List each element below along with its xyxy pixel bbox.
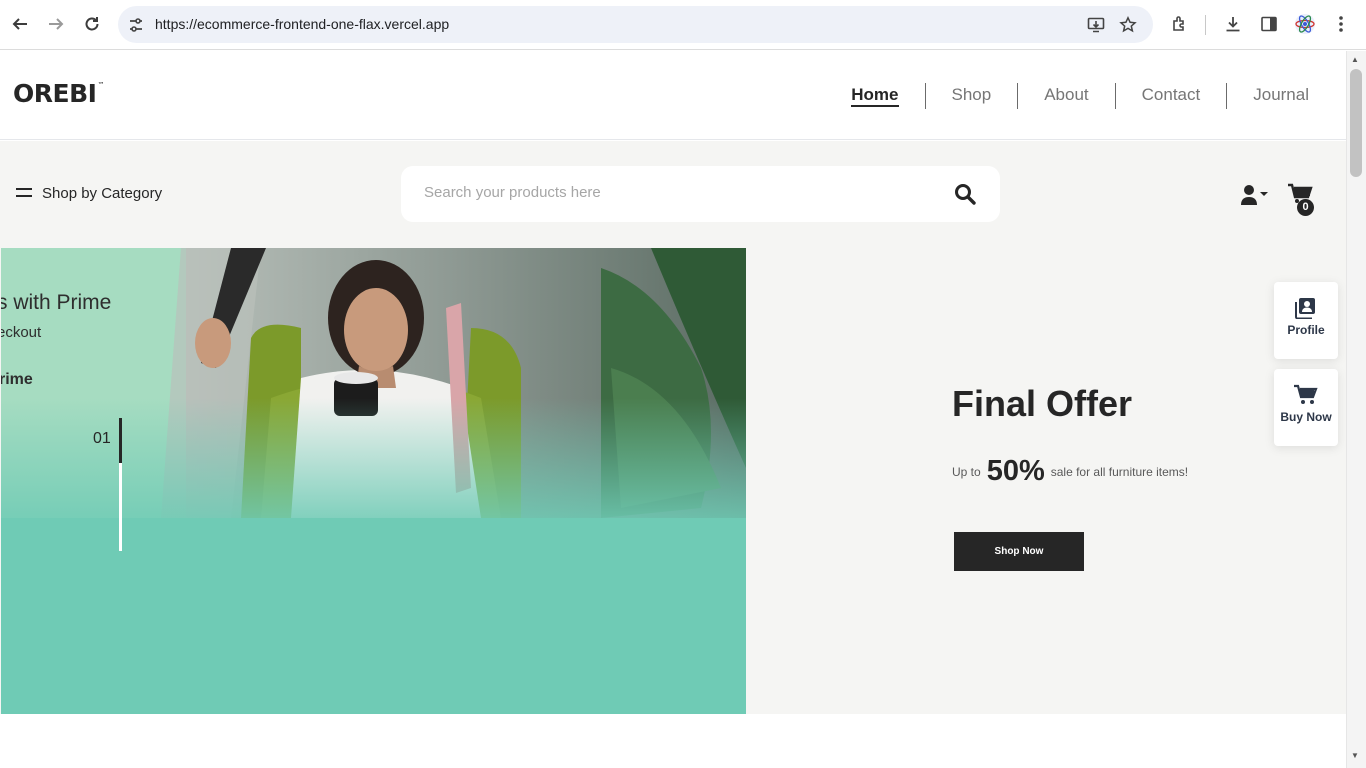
address-bar[interactable]: https://ecommerce-frontend-one-flax.verc… (118, 6, 1153, 43)
shop-by-category-button[interactable]: Shop by Category (16, 185, 162, 202)
cart-icon (1294, 384, 1318, 404)
cart-count-badge: 0 (1297, 199, 1314, 216)
hero-image[interactable]: s with Prime eckout rime 01 (1, 248, 746, 714)
more-menu-icon[interactable] (1330, 13, 1352, 35)
user-account-icon[interactable] (1241, 184, 1271, 206)
nav-link-contact[interactable]: Contact (1116, 83, 1228, 109)
scrollbar-thumb[interactable] (1350, 69, 1362, 177)
offer-subtitle: Up to 50% sale for all furniture items! (952, 455, 1188, 488)
search-icon[interactable] (953, 182, 977, 206)
logo-text: OREBI (13, 79, 97, 108)
offer-title: Final Offer (952, 383, 1133, 424)
scroll-up-arrow-icon[interactable]: ▲ (1351, 55, 1359, 64)
category-label: Shop by Category (42, 185, 163, 202)
site-header: OREBI™ Home Shop About Contact Journal (0, 51, 1346, 140)
search-box (401, 166, 1000, 222)
profile-avatar-icon[interactable] (1294, 13, 1316, 35)
page-content: OREBI™ Home Shop About Contact Journal S… (0, 51, 1346, 768)
hero-tagline: rime (1, 371, 33, 388)
profile-button[interactable]: Profile (1274, 282, 1338, 359)
offer-suffix: sale for all furniture items! (1050, 464, 1189, 479)
slide-number: 01 (93, 430, 111, 447)
page-scrollbar[interactable]: ▲ ▼ (1346, 51, 1366, 768)
nav-link-about[interactable]: About (1018, 83, 1116, 109)
url-text[interactable]: https://ecommerce-frontend-one-flax.verc… (155, 16, 449, 32)
nav-link-shop[interactable]: Shop (926, 83, 1019, 109)
slide-indicator[interactable] (119, 418, 122, 551)
buy-now-label: Buy Now (1280, 410, 1332, 424)
shop-now-button[interactable]: Shop Now (954, 532, 1084, 571)
download-icon[interactable] (1222, 13, 1244, 35)
toolbar-divider (1205, 15, 1206, 35)
bookmark-star-icon[interactable] (1117, 14, 1139, 36)
nav-link-journal[interactable]: Journal (1227, 83, 1309, 109)
buy-now-button[interactable]: Buy Now (1274, 369, 1338, 446)
forward-arrow-icon[interactable] (42, 10, 70, 38)
logo-trademark: ™ (97, 80, 104, 89)
browser-toolbar: https://ecommerce-frontend-one-flax.verc… (0, 0, 1366, 50)
site-logo[interactable]: OREBI™ (13, 79, 104, 108)
hero-banner: s with Prime eckout rime 01 Final Offer … (0, 248, 1346, 714)
profile-label: Profile (1287, 323, 1325, 337)
extensions-icon[interactable] (1169, 13, 1191, 35)
hero-subline: eckout (1, 324, 42, 341)
site-settings-icon[interactable] (126, 15, 146, 35)
search-toolbar: Shop by Category 0 (0, 141, 1346, 248)
back-arrow-icon[interactable] (6, 10, 34, 38)
search-input[interactable] (424, 184, 944, 201)
profile-card-icon (1295, 298, 1315, 319)
main-nav: Home Shop About Contact Journal (825, 83, 1309, 109)
side-panel-icon[interactable] (1258, 13, 1280, 35)
install-app-icon[interactable] (1085, 14, 1107, 36)
offer-panel: Final Offer Up to 50% sale for all furni… (952, 383, 1188, 571)
hero-headline: s with Prime (1, 291, 112, 314)
offer-prefix: Up to (952, 464, 981, 479)
offer-percent: 50% (986, 455, 1045, 487)
hamburger-menu-icon (16, 188, 32, 199)
reload-icon[interactable] (78, 10, 106, 38)
scroll-down-arrow-icon[interactable]: ▼ (1351, 751, 1359, 760)
nav-link-home[interactable]: Home (825, 83, 926, 109)
hero-photo-illustration (1, 248, 746, 538)
slide-indicator-active (119, 418, 122, 463)
